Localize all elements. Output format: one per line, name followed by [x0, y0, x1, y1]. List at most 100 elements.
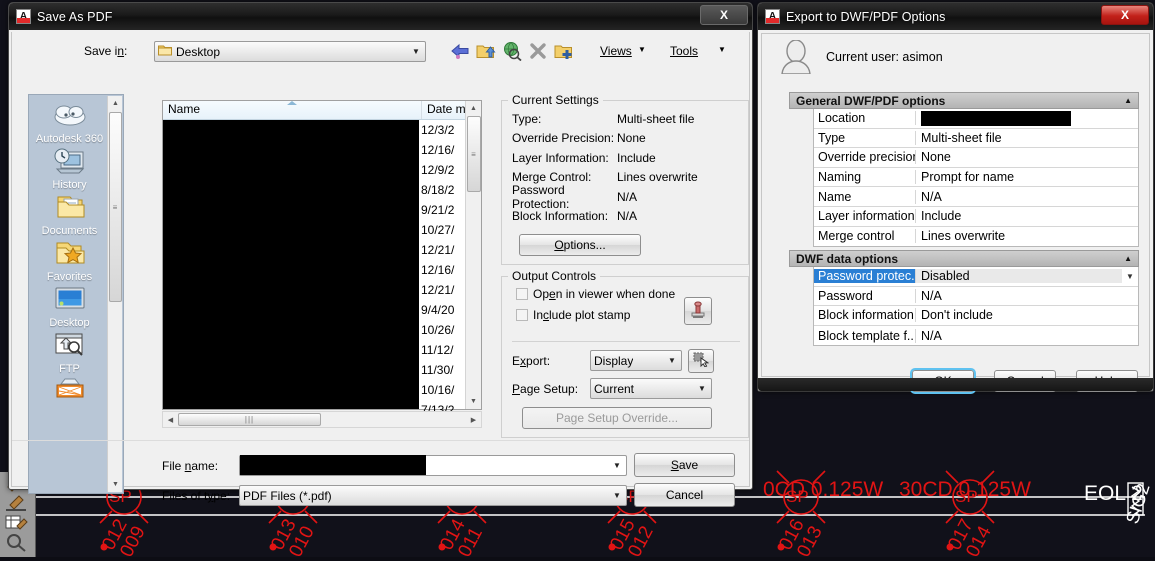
- place-item-buzzsaw[interactable]: [29, 377, 110, 407]
- export-dialog-titlebar[interactable]: A Export to DWF/PDF Options X: [758, 3, 1153, 30]
- place-label: Documents: [41, 225, 98, 237]
- property-row[interactable]: Merge control Lines overwrite: [814, 227, 1138, 247]
- column-header-name[interactable]: Name: [163, 101, 421, 119]
- property-row[interactable]: Block template f... N/A: [814, 326, 1138, 346]
- file-list-scrollbar[interactable]: ▲ ≡ ▼: [465, 101, 481, 409]
- tools-chevron-down-icon[interactable]: ▼: [718, 45, 726, 54]
- place-item-autodesk360[interactable]: Autodesk 360: [29, 101, 110, 145]
- property-value: N/A: [921, 189, 942, 204]
- export-value: Display: [594, 353, 634, 368]
- file-date-column: 12/3/2 12/16/ 12/9/2 8/18/2 9/21/2 10/27…: [419, 120, 465, 417]
- match-properties-icon[interactable]: [4, 493, 30, 512]
- setting-key: Layer Information:: [512, 150, 609, 165]
- output-controls-title: Output Controls: [508, 269, 601, 283]
- place-item-documents[interactable]: Documents: [29, 193, 110, 237]
- desktop-icon: [53, 285, 87, 315]
- views-chevron-down-icon[interactable]: ▼: [638, 45, 646, 54]
- open-in-viewer-checkbox[interactable]: [516, 288, 528, 300]
- places-scroll-thumb[interactable]: ≡: [109, 112, 122, 302]
- place-item-favorites[interactable]: Favorites: [29, 239, 110, 283]
- file-name-redaction: [240, 455, 426, 475]
- file-list-horizontal-scrollbar[interactable]: ◀ ||| ▶: [162, 411, 482, 428]
- views-menu-label[interactable]: Views: [600, 44, 632, 58]
- open-in-viewer-checkbox-row[interactable]: Open in viewer when done: [516, 287, 748, 301]
- scroll-left-icon[interactable]: ◀: [163, 412, 178, 427]
- column-label: Name: [168, 102, 201, 116]
- date-cell: 12/3/2: [421, 123, 455, 137]
- scroll-right-icon[interactable]: ▶: [466, 412, 481, 427]
- hscroll-thumb[interactable]: |||: [178, 413, 321, 426]
- file-list-scroll-thumb[interactable]: ≡: [467, 116, 481, 192]
- save-dialog-close-button[interactable]: X: [700, 5, 748, 25]
- autocad-logo-icon: A: [765, 9, 780, 24]
- chevron-down-icon[interactable]: ▼: [1122, 272, 1138, 281]
- chevron-up-icon[interactable]: ▲: [1124, 96, 1132, 105]
- file-list[interactable]: Name Date m 12/3/2 12/16/ 12/9/2 8/18/2 …: [162, 100, 482, 417]
- property-row[interactable]: Override precision None: [814, 148, 1138, 168]
- property-value: N/A: [921, 288, 942, 303]
- export-dialog-close-button[interactable]: X: [1101, 5, 1149, 25]
- cancel-button-label: Cancel: [665, 488, 704, 502]
- chevron-down-icon[interactable]: ▼: [695, 384, 709, 393]
- property-row[interactable]: Layer information Include: [814, 207, 1138, 227]
- general-options-section-header[interactable]: General DWF/PDF options ▲: [789, 92, 1139, 109]
- page-setup-override-button[interactable]: Page Setup Override...: [522, 407, 712, 429]
- save-button-label: Save: [670, 458, 699, 472]
- files-of-type-combo[interactable]: PDF Files (*.pdf) ▼: [239, 485, 627, 506]
- dwf-data-options-section-header[interactable]: DWF data options ▲: [789, 250, 1139, 267]
- property-row-password-protection[interactable]: Password protec... Disabled ▼: [814, 267, 1138, 287]
- property-key: Block information: [814, 308, 916, 323]
- export-combo[interactable]: Display ▼: [590, 350, 682, 371]
- export-dialog-title: Export to DWF/PDF Options: [786, 9, 946, 24]
- save-button[interactable]: Save: [634, 453, 735, 477]
- chevron-down-icon[interactable]: ▼: [610, 461, 624, 470]
- chevron-down-icon[interactable]: ▼: [665, 356, 679, 365]
- date-cell: 12/9/2: [421, 163, 455, 177]
- date-cell: 9/4/20: [421, 303, 455, 317]
- export-dwf-pdf-options-dialog: A Export to DWF/PDF Options X Current us…: [757, 2, 1154, 394]
- place-item-ftp[interactable]: FTP: [29, 331, 110, 375]
- place-item-history[interactable]: History: [29, 147, 110, 191]
- property-row[interactable]: Name N/A: [814, 187, 1138, 207]
- chevron-down-icon[interactable]: ▼: [610, 491, 624, 500]
- setting-row: Layer Information: Include: [512, 148, 748, 168]
- options-button[interactable]: Options...: [519, 234, 641, 256]
- search-web-icon[interactable]: [502, 41, 522, 62]
- history-icon: [53, 147, 87, 177]
- places-scrollbar[interactable]: ▲ ≡ ▼: [107, 96, 122, 492]
- page-setup-combo[interactable]: Current ▼: [590, 378, 712, 399]
- chevron-up-icon[interactable]: ▲: [1124, 254, 1132, 263]
- user-avatar-icon: [780, 39, 812, 75]
- property-row[interactable]: Naming Prompt for name: [814, 168, 1138, 188]
- scroll-down-icon[interactable]: ▼: [466, 394, 481, 409]
- tools-menu-label[interactable]: Tools: [670, 44, 698, 58]
- scroll-up-icon[interactable]: ▲: [466, 101, 481, 116]
- plot-stamp-settings-button[interactable]: [684, 297, 712, 325]
- new-folder-icon[interactable]: [554, 41, 574, 61]
- sort-ascending-icon: [287, 101, 297, 105]
- property-row[interactable]: Type Multi-sheet file: [814, 129, 1138, 149]
- chevron-down-icon[interactable]: ▼: [409, 47, 423, 56]
- include-plot-stamp-checkbox-row[interactable]: Include plot stamp: [516, 308, 748, 322]
- zoom-tool-icon[interactable]: [4, 533, 30, 552]
- scroll-up-icon[interactable]: ▲: [108, 96, 123, 111]
- cancel-button[interactable]: Cancel: [634, 483, 735, 507]
- up-one-level-icon[interactable]: [476, 41, 496, 61]
- property-row[interactable]: Block information Don't include: [814, 306, 1138, 326]
- setting-value: N/A: [617, 189, 638, 204]
- save-dialog-titlebar[interactable]: A Save As PDF X: [9, 3, 752, 30]
- window-pick-button[interactable]: [688, 349, 714, 373]
- property-row[interactable]: Location: [814, 109, 1138, 129]
- place-item-desktop[interactable]: Desktop: [29, 285, 110, 329]
- setting-value: None: [617, 131, 646, 146]
- setting-key: Block Information:: [512, 209, 609, 224]
- delete-icon[interactable]: [528, 41, 548, 61]
- include-plot-stamp-checkbox[interactable]: [516, 309, 528, 321]
- property-value-redacted: [916, 110, 1138, 126]
- back-arrow-icon[interactable]: [450, 41, 470, 61]
- table-style-icon[interactable]: [4, 513, 30, 532]
- places-bar: Autodesk 360 History Documents Favorites…: [28, 94, 124, 494]
- property-row[interactable]: Password N/A: [814, 287, 1138, 307]
- property-key: Block template f...: [814, 328, 916, 343]
- save-in-combo[interactable]: Desktop ▼: [154, 41, 426, 62]
